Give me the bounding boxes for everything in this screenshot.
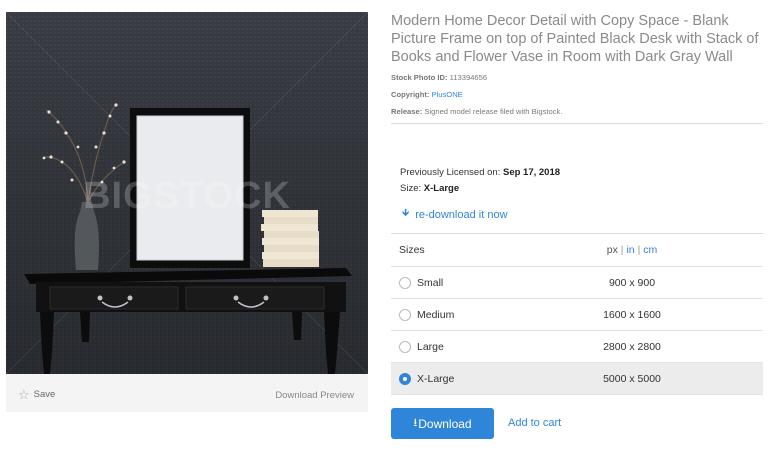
unit-in[interactable]: in — [626, 244, 634, 256]
copyright-label: Copyright: — [391, 90, 430, 99]
redownload-link[interactable]: 🡻 re-download it now — [402, 206, 508, 223]
size-row-x-large[interactable]: X-Large 5000 x 5000 — [391, 363, 763, 395]
stock-photo[interactable]: BIGSTOCK — [6, 12, 368, 374]
sizes-table: Sizes px | in | cm Small 900 x 900 Mediu… — [391, 234, 763, 395]
download-button[interactable]: ⭳ Download — [391, 408, 494, 439]
size-row-large[interactable]: Large 2800 x 2800 — [391, 331, 763, 363]
photo-meta: Stock Photo ID: 113394656 Copyright: Plu… — [391, 73, 763, 116]
size-radio-small[interactable] — [399, 276, 411, 289]
copyright-link[interactable]: PlusONE — [432, 90, 463, 99]
photo-details: Modern Home Decor Detail with Copy Space… — [391, 12, 763, 124]
release-value: Signed model release filed with Bigstock… — [424, 107, 563, 116]
star-icon: ☆ — [18, 387, 30, 402]
download-preview-link[interactable]: Download Preview — [275, 390, 354, 401]
license-size-value: X-Large — [423, 183, 460, 194]
watermark-text: BIGSTOCK — [83, 175, 291, 217]
photo-toolbar: ☆ Save Download Preview — [6, 384, 368, 412]
stock-photo-image: BIGSTOCK — [6, 12, 368, 374]
size-name: Large — [417, 340, 444, 353]
size-row-medium[interactable]: Medium 1600 x 1600 — [391, 299, 763, 331]
unit-px[interactable]: px — [607, 244, 618, 256]
licensed-on-date: Sep 17, 2018 — [502, 167, 561, 178]
size-name: Small — [417, 276, 444, 289]
stock-id-label: Stock Photo ID: — [391, 73, 448, 82]
download-label: Download — [418, 416, 472, 431]
arrow-down-icon: 🡻 — [402, 208, 410, 219]
size-radio-large[interactable] — [399, 340, 411, 353]
sizes-header-label: Sizes — [399, 244, 425, 256]
stock-id-value: 113394656 — [449, 73, 488, 82]
save-label: Save — [33, 389, 56, 400]
license-info: Previously Licensed on: Sep 17, 2018 Siz… — [400, 167, 560, 199]
size-dims: 900 x 900 — [608, 276, 656, 289]
photo-title: Modern Home Decor Detail with Copy Space… — [391, 13, 759, 65]
size-row-small[interactable]: Small 900 x 900 — [391, 267, 763, 299]
unit-cm[interactable]: cm — [643, 244, 657, 256]
divider — [391, 123, 763, 124]
save-button[interactable]: ☆ Save — [18, 388, 55, 401]
sizes-header: Sizes px | in | cm — [391, 234, 763, 267]
release-label: Release: — [391, 107, 423, 116]
size-radio-x-large[interactable] — [399, 372, 411, 385]
add-to-cart-link[interactable]: Add to cart — [508, 417, 561, 429]
size-dims: 2800 x 2800 — [603, 340, 661, 353]
size-radio-medium[interactable] — [399, 308, 411, 321]
size-dims: 5000 x 5000 — [603, 372, 661, 385]
unit-switcher: px | in | cm — [606, 244, 658, 256]
size-name: Medium — [417, 308, 455, 321]
download-icon: ⭳ — [413, 417, 418, 429]
size-dims: 1600 x 1600 — [603, 308, 661, 321]
redownload-label: re-download it now — [415, 208, 508, 221]
license-size-label: Size: — [400, 183, 422, 194]
photo-card: BIGSTOCK ☆ Save Download Preview — [6, 12, 368, 412]
size-name: X-Large — [417, 372, 455, 385]
licensed-on-label: Previously Licensed on: — [400, 167, 501, 178]
